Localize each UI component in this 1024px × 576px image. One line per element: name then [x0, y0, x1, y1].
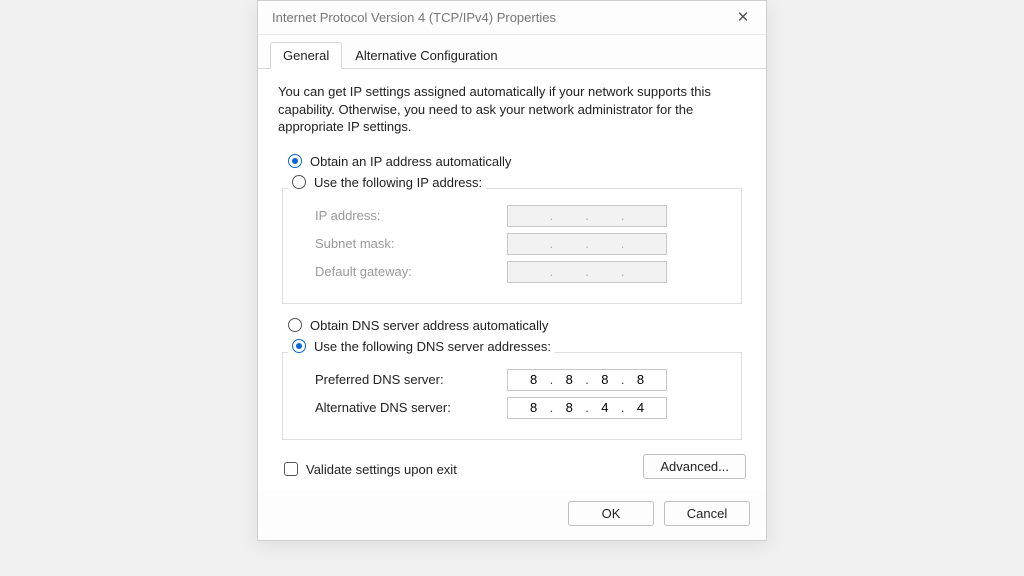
- dot-icon: .: [548, 400, 556, 415]
- dot-icon: .: [548, 264, 556, 279]
- ip-auto-row[interactable]: Obtain an IP address automatically: [288, 154, 746, 169]
- dot-icon: .: [619, 208, 627, 223]
- validate-label: Validate settings upon exit: [306, 462, 457, 477]
- dns-manual-label: Use the following DNS server addresses:: [314, 339, 551, 354]
- ip-manual-radio[interactable]: [292, 175, 306, 189]
- dot-icon: .: [619, 236, 627, 251]
- preferred-dns-label: Preferred DNS server:: [297, 372, 507, 387]
- pref-dns-oct4[interactable]: [626, 371, 654, 388]
- tab-general[interactable]: General: [270, 42, 342, 69]
- ok-button[interactable]: OK: [568, 501, 654, 526]
- bottom-row: Validate settings upon exit Advanced...: [278, 454, 746, 479]
- intro-text: You can get IP settings assigned automat…: [278, 83, 746, 136]
- pref-dns-oct2[interactable]: [555, 371, 583, 388]
- mask-oct2: [555, 235, 583, 252]
- ip-address-label: IP address:: [297, 208, 507, 223]
- ip-address-oct2: [555, 207, 583, 224]
- alt-dns-oct2[interactable]: [555, 399, 583, 416]
- dot-icon: .: [619, 264, 627, 279]
- ip-manual-group: IP address: . . . Subnet mask:: [282, 188, 742, 304]
- subnet-mask-label: Subnet mask:: [297, 236, 507, 251]
- tab-alt-config[interactable]: Alternative Configuration: [342, 42, 510, 69]
- dot-icon: .: [583, 236, 591, 251]
- gateway-input: . . .: [507, 261, 667, 283]
- tabs: General Alternative Configuration: [258, 35, 766, 69]
- ip-address-oct3: [591, 207, 619, 224]
- close-icon[interactable]: ✕: [730, 5, 756, 31]
- mask-oct3: [591, 235, 619, 252]
- validate-row[interactable]: Validate settings upon exit: [284, 462, 457, 477]
- dot-icon: .: [583, 372, 591, 387]
- dot-icon: .: [548, 208, 556, 223]
- ip-address-oct1: [520, 207, 548, 224]
- dns-auto-radio[interactable]: [288, 318, 302, 332]
- dns-manual-radio[interactable]: [292, 339, 306, 353]
- subnet-mask-input: . . .: [507, 233, 667, 255]
- ipv4-properties-dialog: Internet Protocol Version 4 (TCP/IPv4) P…: [257, 0, 767, 541]
- mask-oct4: [626, 235, 654, 252]
- window-title: Internet Protocol Version 4 (TCP/IPv4) P…: [272, 10, 556, 25]
- advanced-button[interactable]: Advanced...: [643, 454, 746, 479]
- gw-oct4: [626, 263, 654, 280]
- gw-oct3: [591, 263, 619, 280]
- mask-oct1: [520, 235, 548, 252]
- gw-oct1: [520, 263, 548, 280]
- dns-manual-group: Preferred DNS server: . . . Alternative …: [282, 352, 742, 440]
- dialog-buttons: OK Cancel: [258, 491, 766, 540]
- validate-checkbox[interactable]: [284, 462, 298, 476]
- ip-manual-row[interactable]: Use the following IP address:: [288, 175, 746, 190]
- titlebar: Internet Protocol Version 4 (TCP/IPv4) P…: [258, 1, 766, 35]
- pref-dns-oct3[interactable]: [591, 371, 619, 388]
- dot-icon: .: [619, 372, 627, 387]
- gw-oct2: [555, 263, 583, 280]
- alt-dns-oct3[interactable]: [591, 399, 619, 416]
- dot-icon: .: [548, 236, 556, 251]
- dns-manual-row[interactable]: Use the following DNS server addresses:: [288, 339, 746, 354]
- dot-icon: .: [583, 400, 591, 415]
- alt-dns-input[interactable]: . . .: [507, 397, 667, 419]
- gateway-label: Default gateway:: [297, 264, 507, 279]
- ip-auto-label: Obtain an IP address automatically: [310, 154, 511, 169]
- alt-dns-oct1[interactable]: [520, 399, 548, 416]
- alt-dns-label: Alternative DNS server:: [297, 400, 507, 415]
- ip-manual-label: Use the following IP address:: [314, 175, 482, 190]
- alt-dns-oct4[interactable]: [626, 399, 654, 416]
- dns-auto-label: Obtain DNS server address automatically: [310, 318, 548, 333]
- preferred-dns-input[interactable]: . . .: [507, 369, 667, 391]
- pref-dns-oct1[interactable]: [520, 371, 548, 388]
- dot-icon: .: [583, 208, 591, 223]
- dot-icon: .: [583, 264, 591, 279]
- dns-auto-row[interactable]: Obtain DNS server address automatically: [288, 318, 746, 333]
- dot-icon: .: [548, 372, 556, 387]
- ip-address-oct4: [626, 207, 654, 224]
- cancel-button[interactable]: Cancel: [664, 501, 750, 526]
- ip-address-input: . . .: [507, 205, 667, 227]
- ip-auto-radio[interactable]: [288, 154, 302, 168]
- dot-icon: .: [619, 400, 627, 415]
- tab-body: You can get IP settings assigned automat…: [258, 69, 766, 491]
